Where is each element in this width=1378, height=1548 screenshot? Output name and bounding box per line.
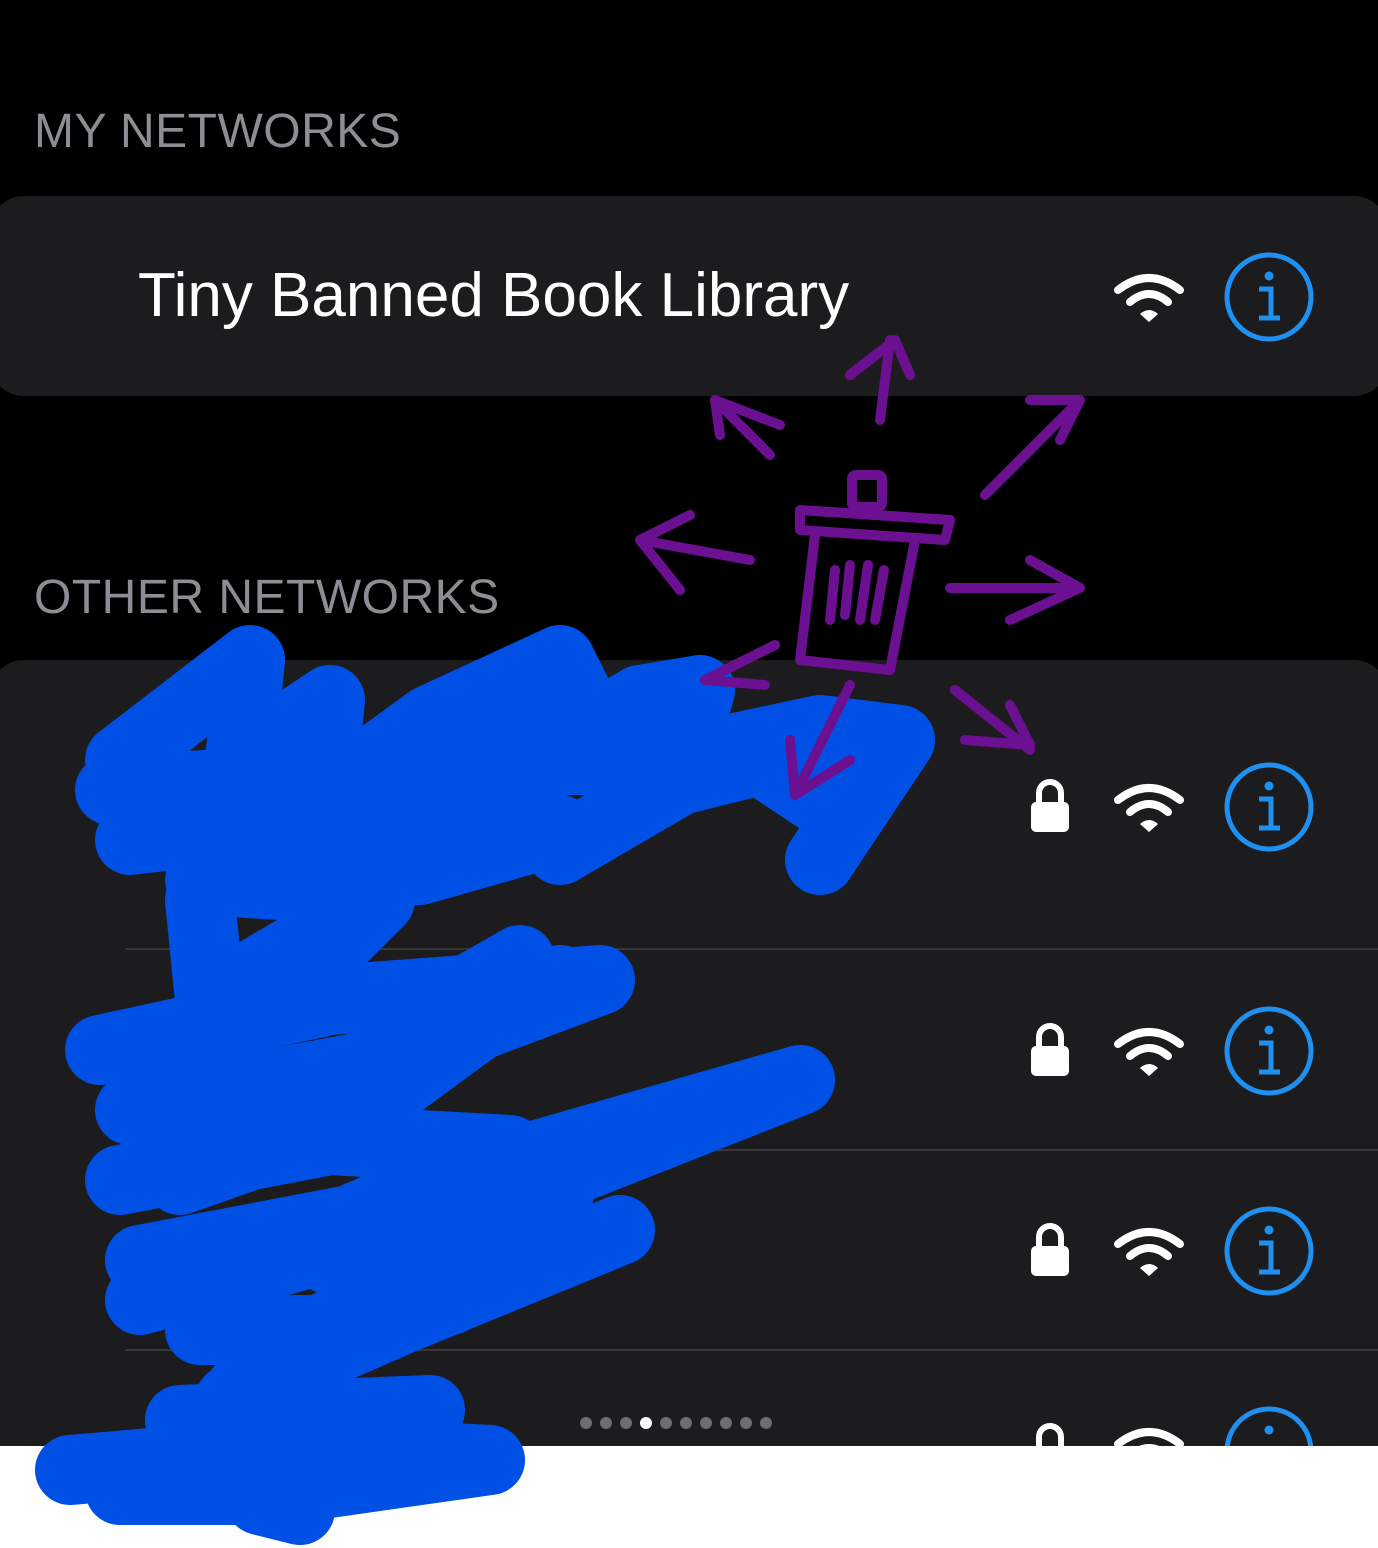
info-button[interactable] [1222,250,1316,344]
page-dot [760,1417,772,1429]
network-name: Tiny Banned Book Library [138,261,850,330]
other-networks-header: OTHER NETWORKS [34,571,500,624]
wifi-settings-screen: MY NETWORKS Tiny Banned Book Library OTH… [0,0,1378,1446]
info-button[interactable] [1222,1004,1316,1098]
info-button[interactable] [1222,1404,1316,1446]
my-networks-header: MY NETWORKS [34,105,402,158]
page-indicator[interactable] [580,1417,772,1433]
wifi-signal-icon [1114,470,1184,522]
page-dot [600,1417,612,1429]
lock-icon [1031,1023,1069,1076]
wifi-signal-icon [1114,1228,1184,1276]
page-dot [700,1417,712,1429]
wifi-signal-icon [1114,784,1184,832]
page-dot [740,1417,752,1429]
info-button[interactable] [1222,760,1316,854]
page-dot [620,1417,632,1429]
lock-icon [1036,1423,1064,1446]
wifi-signal-icon [1114,1028,1184,1076]
page-dot [680,1417,692,1429]
info-button[interactable] [1222,1204,1316,1298]
lock-icon [1031,1223,1069,1276]
lock-icon [1031,779,1069,832]
page-dot [580,1417,592,1429]
page-dot [660,1417,672,1429]
wifi-signal-icon [1114,1428,1184,1446]
wifi-signal-icon [1114,274,1184,322]
page-dot [720,1417,732,1429]
page-dot [640,1417,652,1429]
